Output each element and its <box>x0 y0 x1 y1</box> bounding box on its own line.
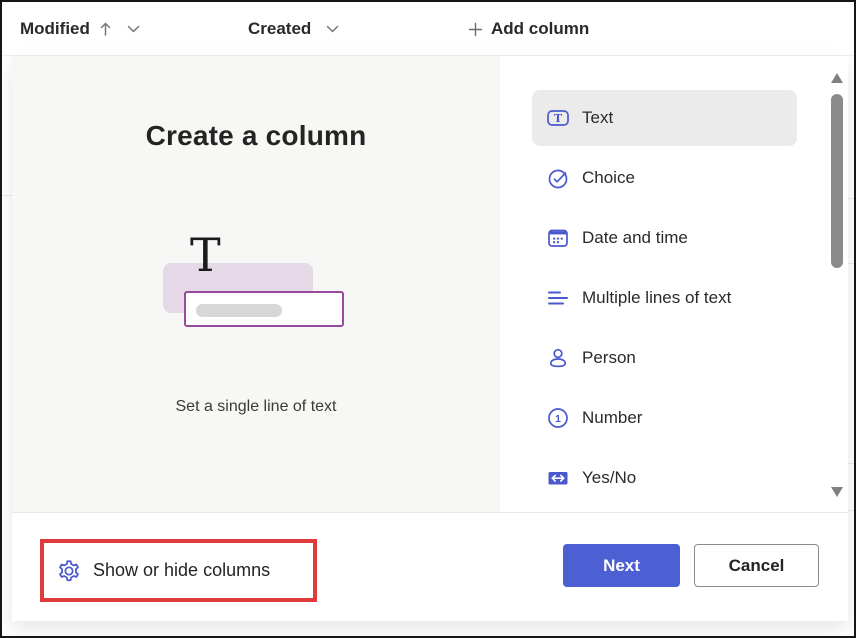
type-option-date-time[interactable]: Date and time <box>532 210 797 266</box>
page-row-divider <box>848 510 854 511</box>
column-preview-panel: Create a column T Set a single line of t… <box>12 56 500 512</box>
create-column-dialog: Create a column T Set a single line of t… <box>12 56 848 621</box>
gear-icon <box>56 558 82 584</box>
type-option-choice[interactable]: Choice <box>532 150 797 206</box>
column-type-panel: T Text Choice Date and time <box>500 56 848 512</box>
type-option-number[interactable]: 1 Number <box>532 390 797 446</box>
chevron-down-icon[interactable] <box>127 25 140 33</box>
column-header-created[interactable]: Created <box>248 2 339 56</box>
scroll-down-arrow[interactable] <box>831 487 843 497</box>
column-header-label: Created <box>248 19 311 39</box>
dialog-title: Create a column <box>12 120 500 152</box>
scroll-up-arrow[interactable] <box>831 73 843 83</box>
person-icon <box>546 346 570 370</box>
type-option-label: Person <box>582 348 636 368</box>
list-column-header: Modified Created Add column <box>2 2 854 56</box>
plus-icon <box>468 22 483 37</box>
type-option-label: Date and time <box>582 228 688 248</box>
annotation-highlight-box: Show or hide columns <box>40 539 317 602</box>
number-icon: 1 <box>546 406 570 430</box>
page-row-divider <box>848 198 854 199</box>
column-type-list: T Text Choice Date and time <box>532 90 797 510</box>
dialog-footer: Show or hide columns Next Cancel <box>12 512 848 621</box>
type-option-label: Text <box>582 108 613 128</box>
page-row-divider <box>2 195 12 196</box>
svg-text:T: T <box>554 112 563 125</box>
svg-text:1: 1 <box>555 413 561 425</box>
scrollbar-thumb[interactable] <box>831 94 843 268</box>
type-option-label: Yes/No <box>582 468 636 488</box>
text-icon: T <box>546 106 570 130</box>
page-row-divider <box>848 263 854 264</box>
add-column-button[interactable]: Add column <box>468 2 589 56</box>
screenshot-frame: Modified Created Add column <box>0 0 856 638</box>
page-row-divider <box>848 463 854 464</box>
show-hide-columns-label: Show or hide columns <box>93 560 270 581</box>
sort-ascending-icon <box>99 21 112 37</box>
type-option-multiline-text[interactable]: Multiple lines of text <box>532 270 797 326</box>
type-option-label: Number <box>582 408 642 428</box>
column-header-label: Modified <box>20 19 90 39</box>
add-column-label: Add column <box>491 19 589 39</box>
type-option-yes-no[interactable]: Yes/No <box>532 450 797 506</box>
chevron-down-icon[interactable] <box>326 25 339 33</box>
next-button[interactable]: Next <box>563 544 680 587</box>
type-description: Set a single line of text <box>12 398 500 416</box>
show-hide-columns-button[interactable]: Show or hide columns <box>56 558 270 584</box>
illustration-placeholder-pill <box>196 304 282 317</box>
choice-icon <box>546 166 570 190</box>
illustration-text-field <box>184 291 344 327</box>
multiline-text-icon <box>546 286 570 310</box>
calendar-icon <box>546 226 570 250</box>
cancel-button[interactable]: Cancel <box>694 544 819 587</box>
type-option-text[interactable]: T Text <box>532 90 797 146</box>
type-list-scrollbar[interactable] <box>831 56 843 512</box>
yes-no-icon <box>546 466 570 490</box>
column-header-modified[interactable]: Modified <box>20 2 140 56</box>
serif-t-glyph: T <box>190 232 221 278</box>
type-option-label: Choice <box>582 168 635 188</box>
type-option-person[interactable]: Person <box>532 330 797 386</box>
type-option-label: Multiple lines of text <box>582 288 731 308</box>
